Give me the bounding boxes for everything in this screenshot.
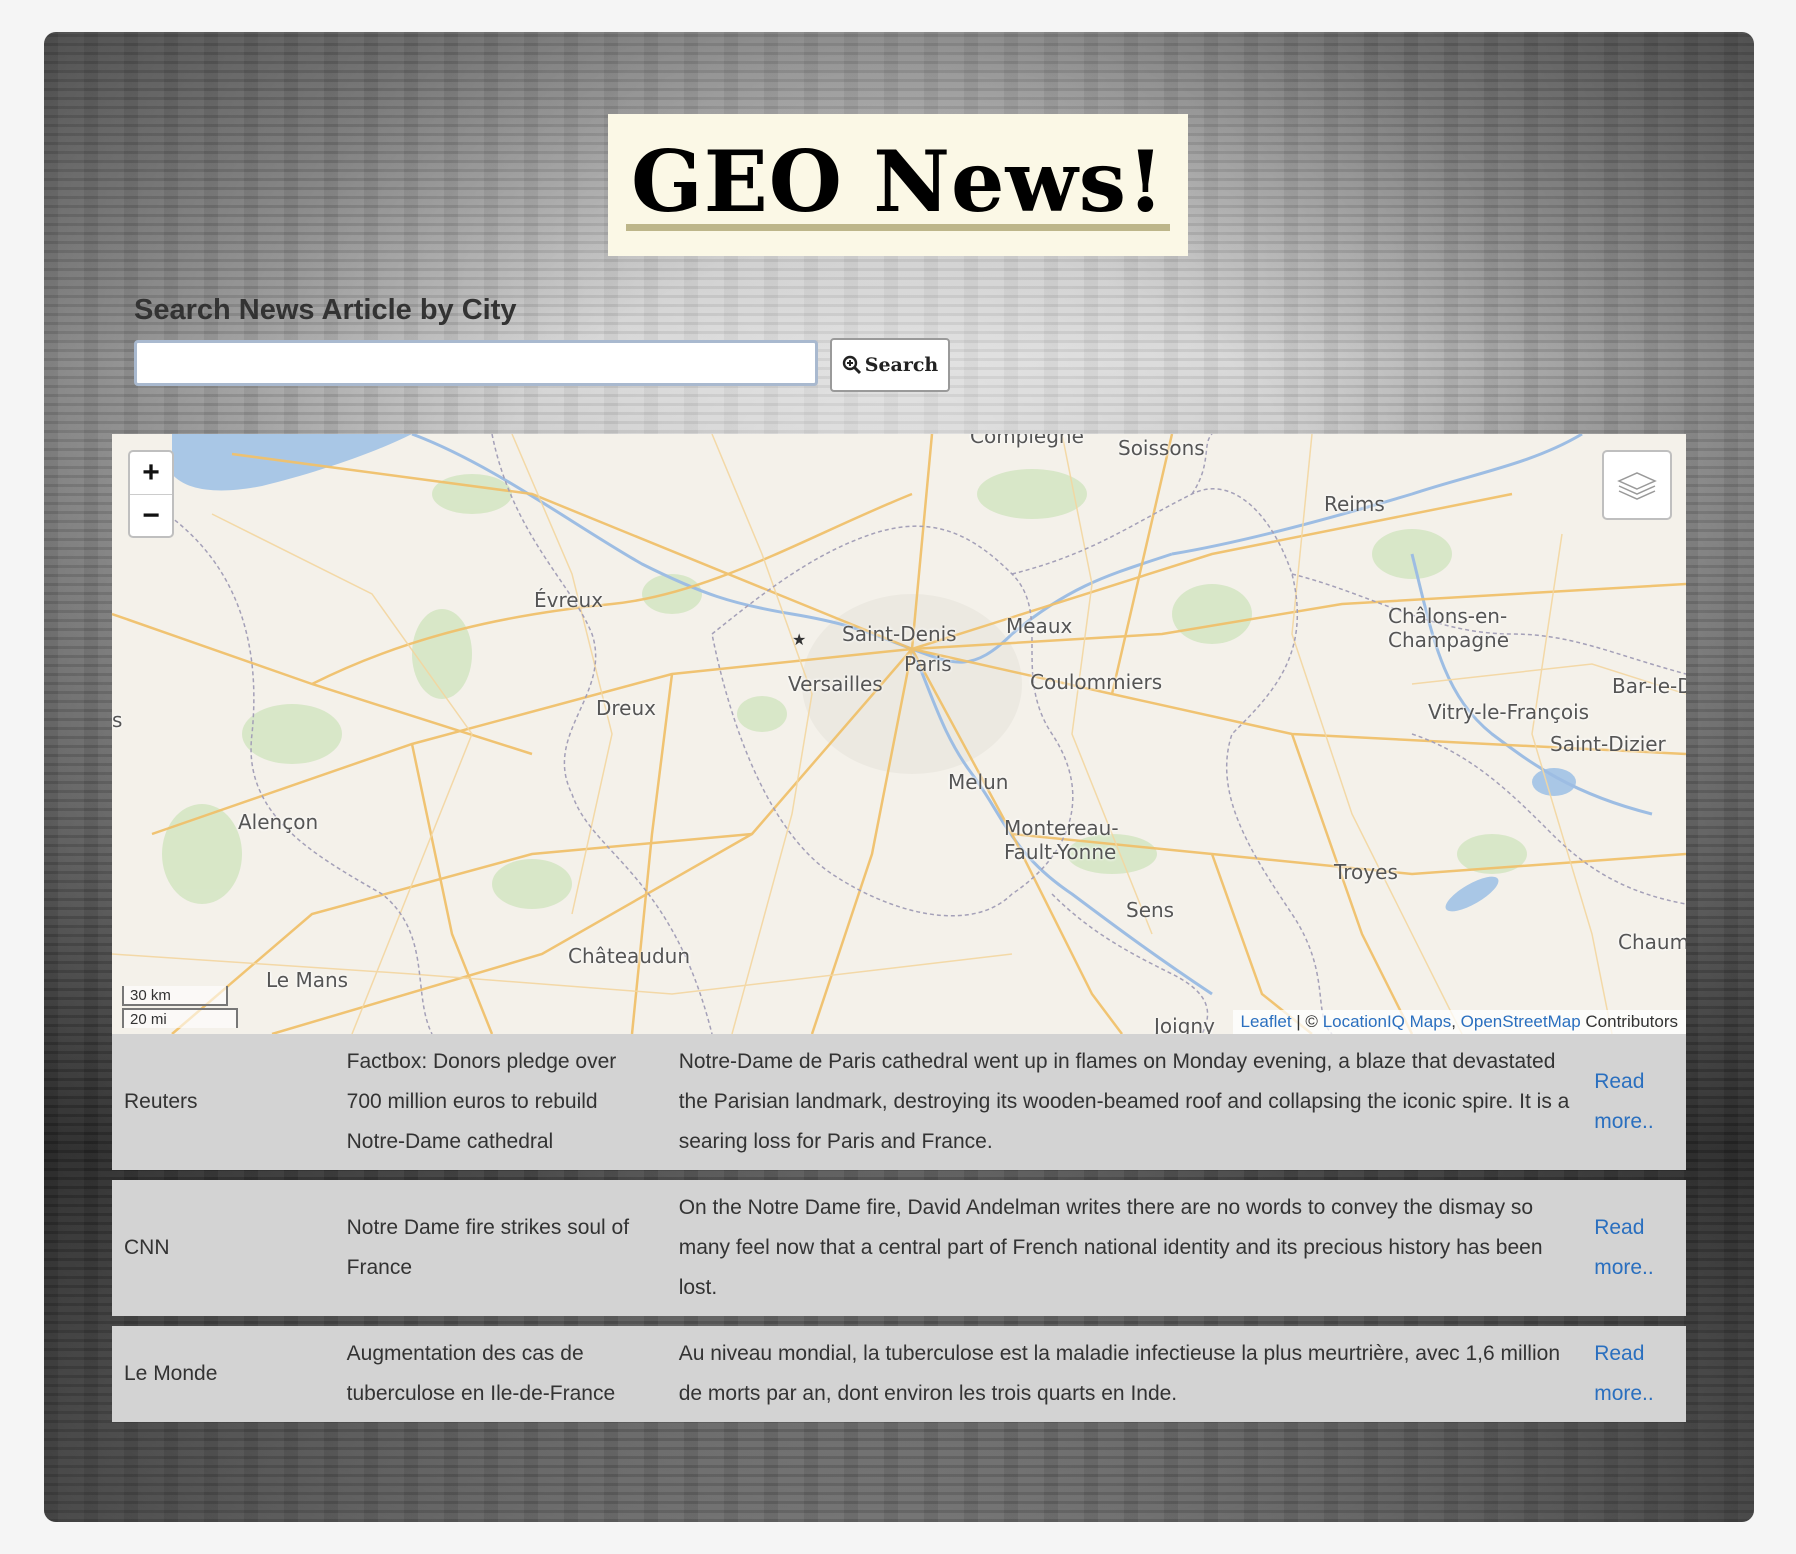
news-source: CNN (124, 1236, 170, 1259)
map-label-versailles: Versailles (788, 672, 883, 696)
zoom-search-icon (842, 355, 861, 375)
map-label-soissons: Soissons (1118, 436, 1205, 460)
page-title: GEO News! (631, 132, 1165, 231)
map-label-le-mans: Le Mans (266, 968, 349, 992)
map-label-montereau-1: Montereau- (1004, 816, 1119, 840)
map-label-coulommiers: Coulommiers (1030, 670, 1163, 694)
layers-icon (1617, 472, 1657, 500)
map-label-dreux: Dreux (596, 696, 656, 720)
map-label-chaumont: Chaumo (1618, 930, 1686, 954)
news-table: Reuters Factbox: Donors pledge over 700 … (112, 1024, 1686, 1432)
map-label-bar-le-duc: Bar-le-D (1612, 674, 1686, 698)
news-description: On the Notre Dame fire, David Andelman w… (678, 1196, 1543, 1299)
map-label-paris: Paris (904, 652, 952, 676)
map-label-alencon: Alençon (238, 810, 319, 834)
map-label-montereau-2: Fault-Yonne (1004, 840, 1117, 864)
read-more-link[interactable]: Read more.. (1594, 1070, 1654, 1133)
map-label-saint-denis: Saint-Denis (842, 622, 957, 646)
svg-text:★: ★ (792, 630, 806, 649)
zoom-control: + − (128, 450, 174, 538)
news-description: Au niveau mondial, la tuberculose est la… (678, 1342, 1560, 1405)
zoom-out-button[interactable]: − (130, 495, 172, 537)
map-label-meaux: Meaux (1006, 614, 1073, 638)
title-banner: GEO News! (608, 114, 1188, 256)
search-label: Search News Article by City (134, 294, 517, 326)
news-description: Notre-Dame de Paris cathedral went up in… (678, 1050, 1570, 1153)
map-label-evreux: Évreux (534, 588, 604, 612)
news-source: Reuters (124, 1090, 198, 1113)
map-label-reims: Reims (1324, 492, 1385, 516)
zoom-in-button[interactable]: + (130, 452, 172, 495)
search-button-label: Search (864, 354, 939, 376)
news-row: CNN Notre Dame fire strikes soul of Fran… (112, 1180, 1686, 1316)
news-source: Le Monde (124, 1362, 218, 1385)
news-title: Augmentation des cas de tuberculose en I… (346, 1342, 616, 1405)
news-title: Notre Dame fire strikes soul of France (346, 1216, 630, 1279)
news-row: Reuters Factbox: Donors pledge over 700 … (112, 1034, 1686, 1170)
read-more-link[interactable]: Read more.. (1594, 1342, 1654, 1405)
scale-km: 30 km (122, 986, 228, 1006)
map-label-chalons-1: Châlons-en- (1388, 604, 1508, 628)
map-label-troyes: Troyes (1334, 860, 1398, 884)
newspaper-background: GEO News! Search News Article by City Se… (44, 32, 1754, 1522)
map-label-saint-dizier: Saint-Dizier (1550, 732, 1666, 756)
search-button[interactable]: Search (830, 338, 950, 392)
map-scale: 30 km 20 mi (122, 986, 238, 1028)
map-label-vitry: Vitry-le-François (1428, 700, 1590, 724)
map[interactable]: ★ Compiègne Soissons Reims Évreux Saint-… (112, 434, 1686, 1034)
title-underline (626, 224, 1170, 231)
news-title: Factbox: Donors pledge over 700 million … (346, 1050, 617, 1153)
map-tiles: ★ (112, 434, 1686, 1034)
news-row: Le Monde Augmentation des cas de tubercu… (112, 1326, 1686, 1422)
map-label-edge-fragment: s (112, 708, 123, 732)
map-label-chalons-2: Champagne (1388, 628, 1510, 652)
search-input[interactable] (134, 340, 818, 386)
map-label-melun: Melun (948, 770, 1009, 794)
read-more-link[interactable]: Read more.. (1594, 1216, 1654, 1279)
layers-button[interactable] (1602, 450, 1672, 520)
map-label-chateaudun: Châteaudun (568, 944, 691, 968)
map-label-sens: Sens (1126, 898, 1175, 922)
map-label-compiegne: Compiègne (970, 434, 1084, 448)
